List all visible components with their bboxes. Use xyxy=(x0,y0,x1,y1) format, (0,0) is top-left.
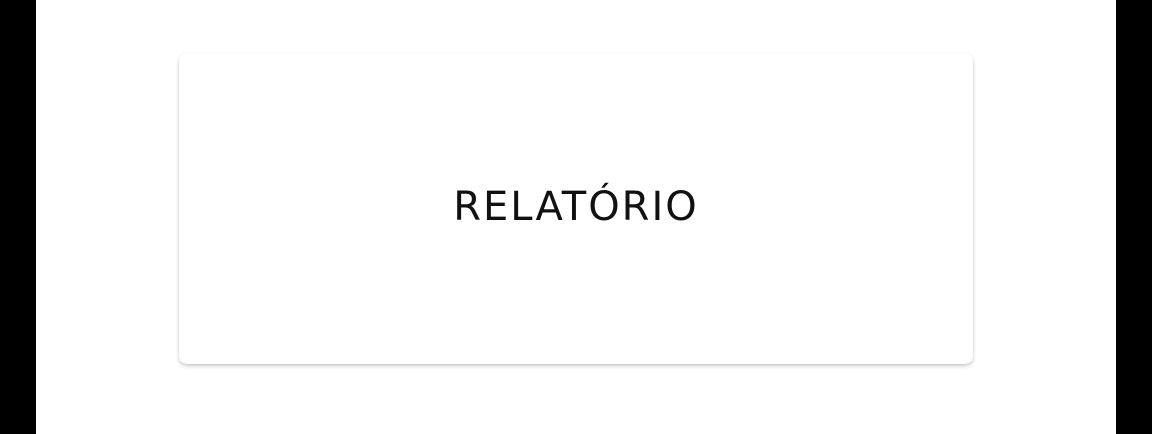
report-card-title: RELATÓRIO xyxy=(453,183,699,230)
page-content: RELATÓRIO xyxy=(36,0,1116,434)
report-card[interactable]: RELATÓRIO xyxy=(179,53,973,364)
